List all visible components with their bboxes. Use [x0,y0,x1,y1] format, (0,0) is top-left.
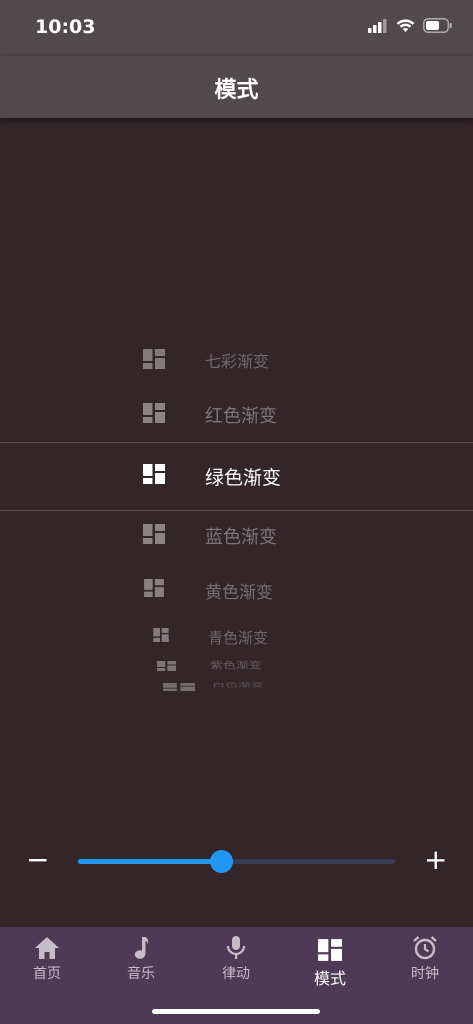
increase-button[interactable]: + [424,844,447,876]
tab-mode[interactable]: 模式 [283,935,377,988]
slider-fill [78,859,221,864]
picker-item-blue[interactable]: 蓝色渐变 [0,515,473,555]
dashboard-icon [318,939,342,961]
picker-item-label: 黄色渐变 [205,583,273,603]
slider-thumb[interactable] [209,850,233,873]
tab-label: 音乐 [127,966,155,982]
picker-item-label: 七彩渐变 [205,352,270,371]
tab-music[interactable]: 音乐 [94,935,188,987]
decrease-button[interactable]: − [26,844,49,876]
picker-item-yellow[interactable]: 黄色渐变 [0,570,473,610]
status-bar: 10:03 [0,0,473,56]
picker-item-label: 紫色渐变 [210,660,263,672]
picker-item-rainbow[interactable]: 七彩渐变 [0,340,473,380]
dashboard-icon [144,579,164,597]
tab-label: 首页 [33,966,61,982]
picker-item-white[interactable]: 白色渐变 [0,678,473,718]
brightness-slider: − + [0,840,473,884]
dashboard-icon [163,683,195,691]
mode-picker[interactable]: 七彩渐变 红色渐变 绿色渐变 蓝色渐变 黄色渐变 青色渐变 紫色渐变 白色渐变 [0,118,473,818]
dashboard-icon [153,628,169,642]
tab-label: 模式 [313,969,346,988]
wifi-icon [396,18,415,32]
picker-item-cyan[interactable]: 青色渐变 [0,618,473,658]
status-time: 10:03 [35,16,96,38]
page-title: 模式 [214,78,259,103]
battery-icon [423,18,452,33]
alarm-clock-icon [413,936,437,960]
dashboard-icon [143,524,165,544]
tab-label: 时钟 [411,966,439,982]
picker-item-label: 蓝色渐变 [205,527,277,548]
microphone-icon [226,936,246,959]
home-indicator [152,1009,320,1014]
music-note-icon [134,937,149,959]
tab-clock[interactable]: 时钟 [378,935,472,987]
picker-selection-top-line [0,442,473,443]
dashboard-icon [143,464,165,484]
picker-item-label: 青色渐变 [208,629,269,647]
slider-track[interactable] [78,850,395,873]
tab-home[interactable]: 首页 [0,935,94,987]
dashboard-icon [157,661,176,671]
picker-selection-bottom-line [0,510,473,511]
status-icons [368,18,453,33]
tab-rhythm[interactable]: 律动 [189,935,283,987]
picker-item-green-selected[interactable]: 绿色渐变 [0,455,473,495]
picker-item-red[interactable]: 红色渐变 [0,394,473,434]
app-header: 模式 [0,56,473,118]
picker-item-label: 红色渐变 [205,406,277,427]
picker-item-label: 绿色渐变 [205,467,282,489]
dashboard-icon [143,349,165,369]
tab-label: 律动 [222,966,250,982]
picker-item-label: 白色渐变 [212,681,265,689]
cellular-signal-icon [368,18,387,33]
dashboard-icon [143,403,165,423]
home-icon [35,937,59,959]
